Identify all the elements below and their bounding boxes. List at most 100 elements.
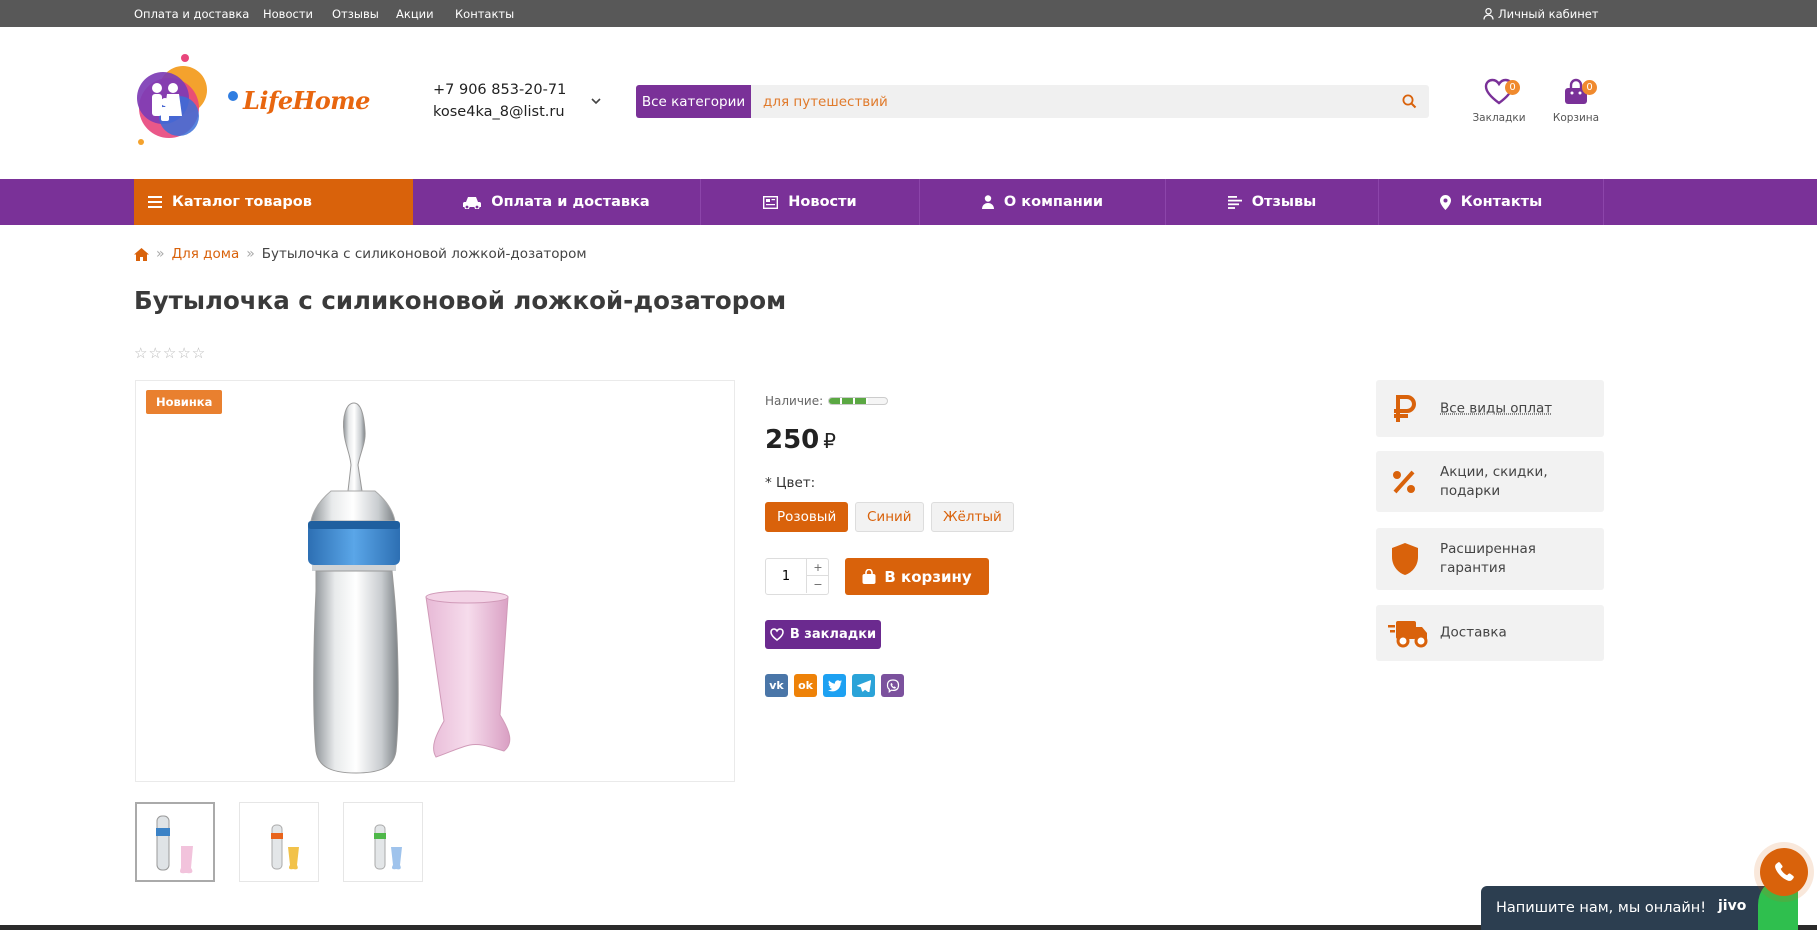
add-to-wishlist-button[interactable]: В закладки [765, 620, 881, 649]
availability-bar [828, 397, 889, 405]
feature-delivery-text: Доставка [1440, 624, 1507, 641]
cart-label: Корзина [1552, 112, 1600, 124]
email-address[interactable]: kose4ka_8@list.ru [433, 104, 565, 120]
catalog-button[interactable]: Каталог товаров [134, 179, 413, 225]
feature-payment-text: Все виды оплат [1440, 400, 1553, 416]
color-option-pink[interactable]: Розовый [765, 502, 849, 532]
chat-widget[interactable]: Напишите нам, мы онлайн! jivo [1481, 886, 1779, 930]
nav-item-payment[interactable]: Оплата и доставка [413, 179, 701, 225]
bookmarks-label: Закладки [1472, 112, 1526, 124]
map-marker-icon [1439, 194, 1451, 210]
bookmarks-button[interactable]: 0 Закладки [1469, 78, 1529, 124]
thumbnail-green[interactable] [343, 802, 423, 882]
thumbnail-image [374, 824, 402, 870]
account-label: Личный кабинет [1498, 7, 1599, 21]
percent-icon [1393, 470, 1415, 493]
car-icon [463, 196, 482, 209]
add-to-cart-label: В корзину [884, 567, 972, 586]
page-title: Бутылочка с силиконовой ложкой-дозатором [134, 286, 787, 315]
menu-icon [148, 196, 162, 208]
product-price: 250 ₽ [765, 425, 836, 455]
top-link-news[interactable]: Новости [263, 7, 313, 21]
rating-stars[interactable]: ☆☆☆☆☆ [134, 344, 206, 362]
breadcrumb-separator: » [246, 246, 255, 262]
breadcrumb-separator: » [156, 246, 165, 262]
cart-count: 0 [1582, 80, 1597, 95]
search-input[interactable] [751, 85, 1371, 118]
callback-button[interactable] [1760, 848, 1808, 896]
quantity-increase-button[interactable]: + [806, 559, 829, 576]
breadcrumb-link-home-goods[interactable]: Для дома [172, 246, 240, 262]
product-image[interactable] [135, 380, 735, 782]
feature-payment[interactable]: Все виды оплат [1376, 380, 1604, 437]
color-option-yellow[interactable]: Жёлтый [931, 502, 1014, 532]
nav-label-about: О компании [1003, 194, 1104, 210]
thumbnail-image [271, 824, 299, 870]
add-to-cart-button[interactable]: В корзину [845, 558, 989, 595]
new-badge: Новинка [146, 390, 223, 414]
top-link-promos[interactable]: Акции [396, 7, 434, 21]
search-category-select[interactable]: Все категории [636, 85, 751, 118]
feature-promos-text: Акции, скидки, подарки [1440, 463, 1548, 499]
thumbnail-image [156, 815, 193, 874]
price-currency: ₽ [823, 429, 837, 453]
top-link-payment[interactable]: Оплата и доставка [134, 7, 249, 21]
share-viber-icon[interactable] [881, 674, 904, 697]
brand-name: LifeHome [243, 86, 370, 115]
quantity-input[interactable] [766, 559, 806, 594]
share-telegram-icon[interactable] [852, 674, 875, 697]
share-twitter-icon[interactable] [823, 674, 846, 697]
nav-label-news: Новости [788, 194, 857, 210]
chevron-down-icon[interactable] [587, 92, 605, 110]
heart-icon [770, 628, 784, 641]
thumbnail-blue[interactable] [135, 802, 215, 882]
share-ok-icon[interactable]: ok [794, 674, 817, 697]
nav-label-contacts: Контакты [1460, 194, 1543, 210]
nav-label-reviews: Отзывы [1251, 194, 1317, 210]
nav-item-contacts[interactable]: Контакты [1379, 179, 1604, 225]
nav-item-reviews[interactable]: Отзывы [1166, 179, 1379, 225]
color-label: * Цвет: [765, 475, 816, 491]
feature-warranty-text: Расширенная гарантия [1440, 541, 1536, 576]
top-link-reviews[interactable]: Отзывы [332, 7, 379, 21]
feature-promos[interactable]: Акции, скидки, подарки [1376, 451, 1604, 512]
add-to-wishlist-label: В закладки [789, 627, 877, 642]
shopping-bag-icon [862, 569, 876, 584]
feature-delivery[interactable]: Доставка [1376, 605, 1604, 661]
quantity-decrease-button[interactable]: − [806, 576, 829, 593]
search-icon[interactable] [1402, 94, 1417, 109]
chat-brand: jivo [1718, 898, 1747, 914]
quantity-stepper: + − [765, 558, 829, 595]
main-nav: Каталог товаров Оплата и доставка Новост… [0, 179, 1817, 225]
top-bar: Оплата и доставка Новости Отзывы Акции К… [0, 0, 1817, 27]
thumbnail-orange[interactable] [239, 802, 319, 882]
user-icon [981, 195, 994, 209]
user-icon [1483, 8, 1494, 20]
feature-warranty[interactable]: Расширенная гарантия [1376, 528, 1604, 590]
search-box [751, 85, 1429, 118]
price-value: 250 [765, 425, 820, 455]
nav-label-payment: Оплата и доставка [491, 194, 650, 210]
availability: Наличие: [765, 394, 889, 408]
chat-text: Напишите нам, мы онлайн! [1496, 900, 1707, 916]
nav-item-about[interactable]: О компании [920, 179, 1166, 225]
phone-number[interactable]: +7 906 853-20-71 [433, 82, 566, 98]
home-icon[interactable] [134, 247, 149, 261]
phone-icon [1775, 862, 1794, 881]
nav-item-news[interactable]: Новости [701, 179, 920, 225]
newspaper-icon [763, 195, 779, 209]
shield-icon [1392, 543, 1418, 575]
list-icon [1227, 195, 1242, 209]
ruble-icon [1394, 394, 1416, 422]
availability-label: Наличие: [765, 394, 824, 408]
color-option-blue[interactable]: Синий [855, 502, 924, 532]
breadcrumb-current: Бутылочка с силиконовой ложкой-дозатором [261, 246, 587, 262]
catalog-label: Каталог товаров [172, 194, 312, 210]
account-link[interactable]: Личный кабинет [1483, 7, 1599, 21]
site-logo[interactable]: LifeHome [133, 52, 373, 148]
bookmarks-count: 0 [1505, 80, 1520, 95]
share-vk-icon[interactable]: vk [765, 674, 788, 697]
logo-dot [228, 91, 238, 101]
top-link-contacts[interactable]: Контакты [455, 7, 514, 21]
cart-button[interactable]: 0 Корзина [1546, 78, 1606, 124]
